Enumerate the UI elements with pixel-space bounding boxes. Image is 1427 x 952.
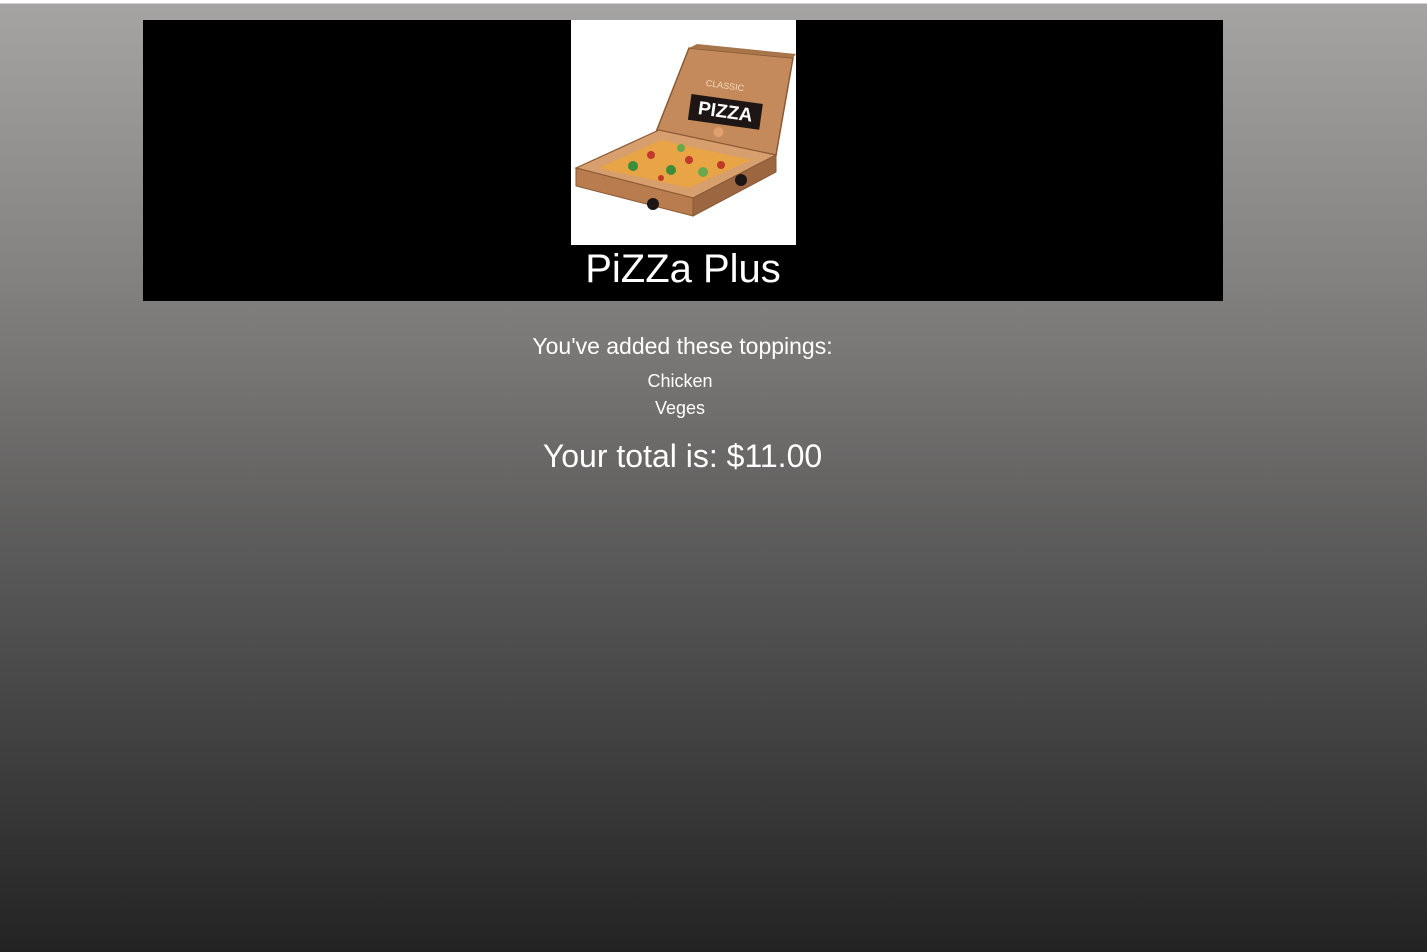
pizza-box-icon: PIZZA CLASSIC [574, 44, 796, 217]
list-item: Chicken [647, 371, 713, 391]
list-item: Veges [654, 398, 706, 418]
order-total: Your total is: $11.00 [542, 438, 823, 474]
site-title: PiZZa Plus [585, 247, 781, 291]
order-summary: You've added these toppings: Chicken Veg… [0, 330, 1365, 476]
toppings-heading: You've added these toppings: [532, 333, 833, 359]
pizza-box-logo: PIZZA CLASSIC [571, 20, 796, 245]
topping-list: Chicken Veges [0, 368, 1365, 422]
site-header: PIZZA CLASSIC PiZZa Plus [143, 20, 1223, 301]
